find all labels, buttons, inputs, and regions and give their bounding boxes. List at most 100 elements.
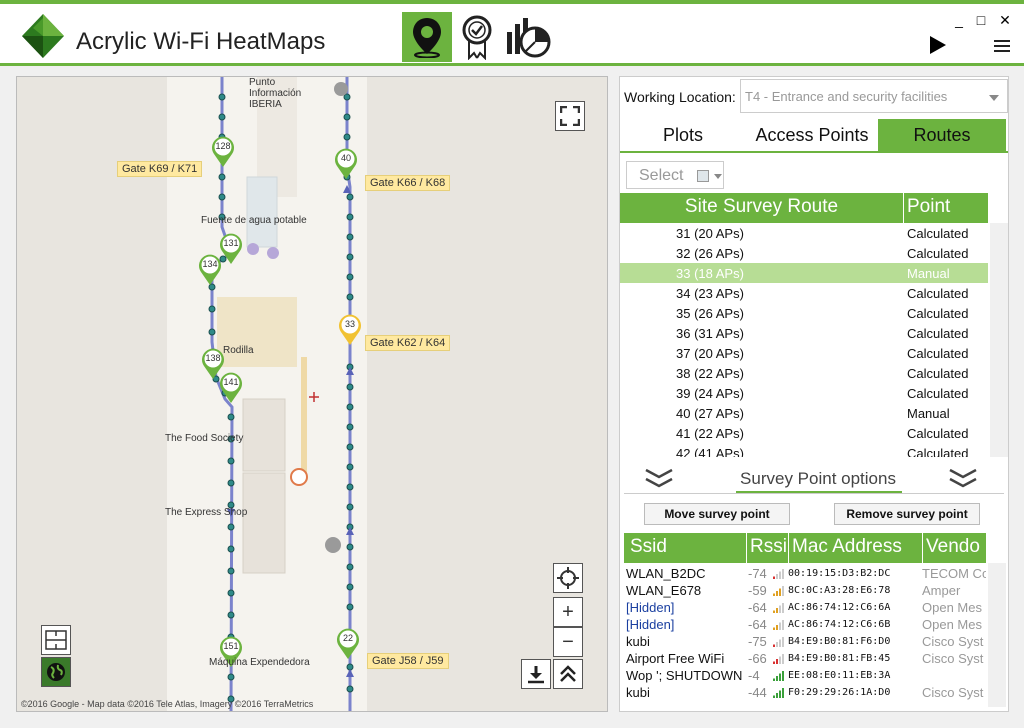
table-row[interactable]: 38 (22 APs) Calculated [620,363,988,383]
close-button[interactable]: ✕ [996,12,1014,29]
signal-strength-icon [773,603,784,613]
table-row[interactable]: 39 (24 APs) Calculated [620,383,988,403]
route-marker[interactable]: 134 [197,252,223,286]
globe-button[interactable] [41,657,71,687]
download-button[interactable] [521,659,551,689]
table-row[interactable]: 41 (22 APs) Calculated [620,423,988,443]
vendor-cell: Cisco Syst [922,651,984,666]
tab-routes[interactable]: Routes [878,119,1006,151]
map-canvas [167,77,367,711]
play-icon[interactable] [930,36,946,54]
ap-table-scrollbar[interactable] [988,563,1006,707]
route-marker-label: 134 [202,259,218,269]
column-header[interactable]: Point [907,196,950,218]
floorplan-icon [45,630,67,650]
route-name: 37 (20 APs) [676,346,744,361]
survey-options-bar: Survey Point options [620,461,1008,495]
remove-survey-point-button[interactable]: Remove survey point [834,503,980,525]
table-row[interactable]: 40 (27 APs) Manual [620,403,988,423]
globe-icon [47,663,65,681]
move-survey-point-button[interactable]: Move survey point [644,503,790,525]
plus-icon: + [562,600,574,623]
tab-access-points[interactable]: Access Points [748,119,876,151]
column-header[interactable]: Rssi [750,536,787,558]
route-name: 38 (22 APs) [676,366,744,381]
route-point-type: Manual [907,406,950,421]
route-point-type: Calculated [907,226,969,241]
table-row[interactable]: 31 (20 APs) Calculated [620,223,988,243]
menu-icon[interactable] [994,40,1010,52]
mac-cell: AC:86:74:12:C6:6A [788,602,891,613]
table-row[interactable]: 32 (26 APs) Calculated [620,243,988,263]
map-view[interactable]: 128 131 134 138 141 151 40 22 33 Gate K69 / K71 … [16,76,608,712]
ssid-cell: kubi [626,685,650,700]
gate-label: Gate K66 / K68 [365,175,451,191]
app-logo-icon [22,14,64,58]
double-chevron-down-icon[interactable] [644,467,674,489]
table-row[interactable]: [Hidden] -64 AC:86:74:12:C6:6B Open Mes [624,616,986,633]
route-marker[interactable]: 22 [335,626,361,660]
zoom-in-button[interactable]: + [553,597,583,627]
select-dropdown[interactable]: Select [626,161,724,189]
fullscreen-button[interactable] [555,101,585,131]
crosshair-icon [557,567,579,589]
route-marker[interactable]: 128 [210,134,236,168]
vendor-cell: Cisco Syst [922,685,984,700]
minimize-button[interactable]: _ [950,12,968,28]
column-header[interactable]: Site Survey Route [620,193,904,223]
ssid-cell: [Hidden] [626,617,675,632]
fullscreen-icon [560,106,580,126]
tab-plots[interactable]: Plots [620,119,746,151]
map-pin-icon[interactable] [402,12,452,62]
column-header[interactable]: Vendo [926,536,980,558]
table-row[interactable]: Airport Free WiFi -66 B4:E9:B0:81:FB:45 Cis… [624,650,986,667]
route-marker[interactable]: 40 [333,146,359,180]
minus-icon: − [562,630,574,653]
mac-cell: AC:86:74:12:C6:6B [788,619,891,630]
signal-strength-icon [773,688,784,698]
table-row[interactable]: [Hidden] -64 AC:86:74:12:C6:6A Open Mes [624,599,986,616]
title-bar: Acrylic Wi-Fi HeatMaps _ □ ✕ [0,0,1024,66]
working-location-value: T4 - Entrance and security facilities [745,89,948,104]
column-header[interactable]: Mac Address [792,536,902,558]
table-row[interactable]: WLAN_E678 -59 8C:0C:A3:28:E6:78 Amper [624,582,986,599]
mac-cell: B4:E9:B0:81:F6:D0 [788,636,891,647]
reports-icon[interactable] [502,12,552,62]
column-header[interactable]: Ssid [630,536,667,558]
table-row[interactable]: kubi -44 F0:29:29:26:1A:D0 Cisco Syst [624,684,986,701]
mac-cell: 8C:0C:A3:28:E6:78 [788,585,891,596]
double-chevron-down-icon[interactable] [948,467,978,489]
gate-label: Gate J58 / J59 [367,653,449,669]
floorplan-button[interactable] [41,625,71,655]
table-row[interactable]: kubi -75 B4:E9:B0:81:F6:D0 Cisco Syst [624,633,986,650]
route-marker[interactable]: 141 [218,370,244,404]
rssi-cell: -44 [748,685,767,700]
rssi-cell: -4 [748,668,760,683]
table-row[interactable]: 42 (41 APs) Calculated [620,443,988,457]
table-row[interactable]: 35 (26 APs) Calculated [620,303,988,323]
gate-label: Gate K62 / K64 [365,335,451,351]
route-marker[interactable]: 33 [337,312,363,346]
maximize-button[interactable]: □ [972,12,990,28]
route-marker-label: 128 [215,141,231,151]
route-marker-label: 141 [223,377,239,387]
table-row[interactable]: 37 (20 APs) Calculated [620,343,988,363]
mac-cell: F0:29:29:26:1A:D0 [788,687,891,698]
certificate-icon[interactable] [452,12,502,62]
signal-strength-icon [773,569,784,579]
table-row[interactable]: 33 (18 APs) Manual [620,263,988,283]
table-row[interactable]: WLAN_B2DC -74 00:19:15:D3:B2:DC TECOM Co [624,565,986,582]
route-marker-label: 151 [223,641,239,651]
app-title: Acrylic Wi-Fi HeatMaps [76,28,326,55]
rssi-cell: -75 [748,634,767,649]
working-location-select[interactable]: T4 - Entrance and security facilities [740,79,1008,113]
locate-button[interactable] [553,563,583,593]
table-row[interactable]: 36 (31 APs) Calculated [620,323,988,343]
route-table-scrollbar[interactable] [990,223,1008,457]
table-row[interactable]: Wop '; SHUTDOWN -4 EE:08:E0:11:EB:3A [624,667,986,684]
chevron-down-icon [989,95,999,101]
zoom-out-button[interactable]: − [553,627,583,657]
mac-cell: 00:19:15:D3:B2:DC [788,568,891,579]
expand-up-button[interactable] [553,659,583,689]
table-row[interactable]: 34 (23 APs) Calculated [620,283,988,303]
